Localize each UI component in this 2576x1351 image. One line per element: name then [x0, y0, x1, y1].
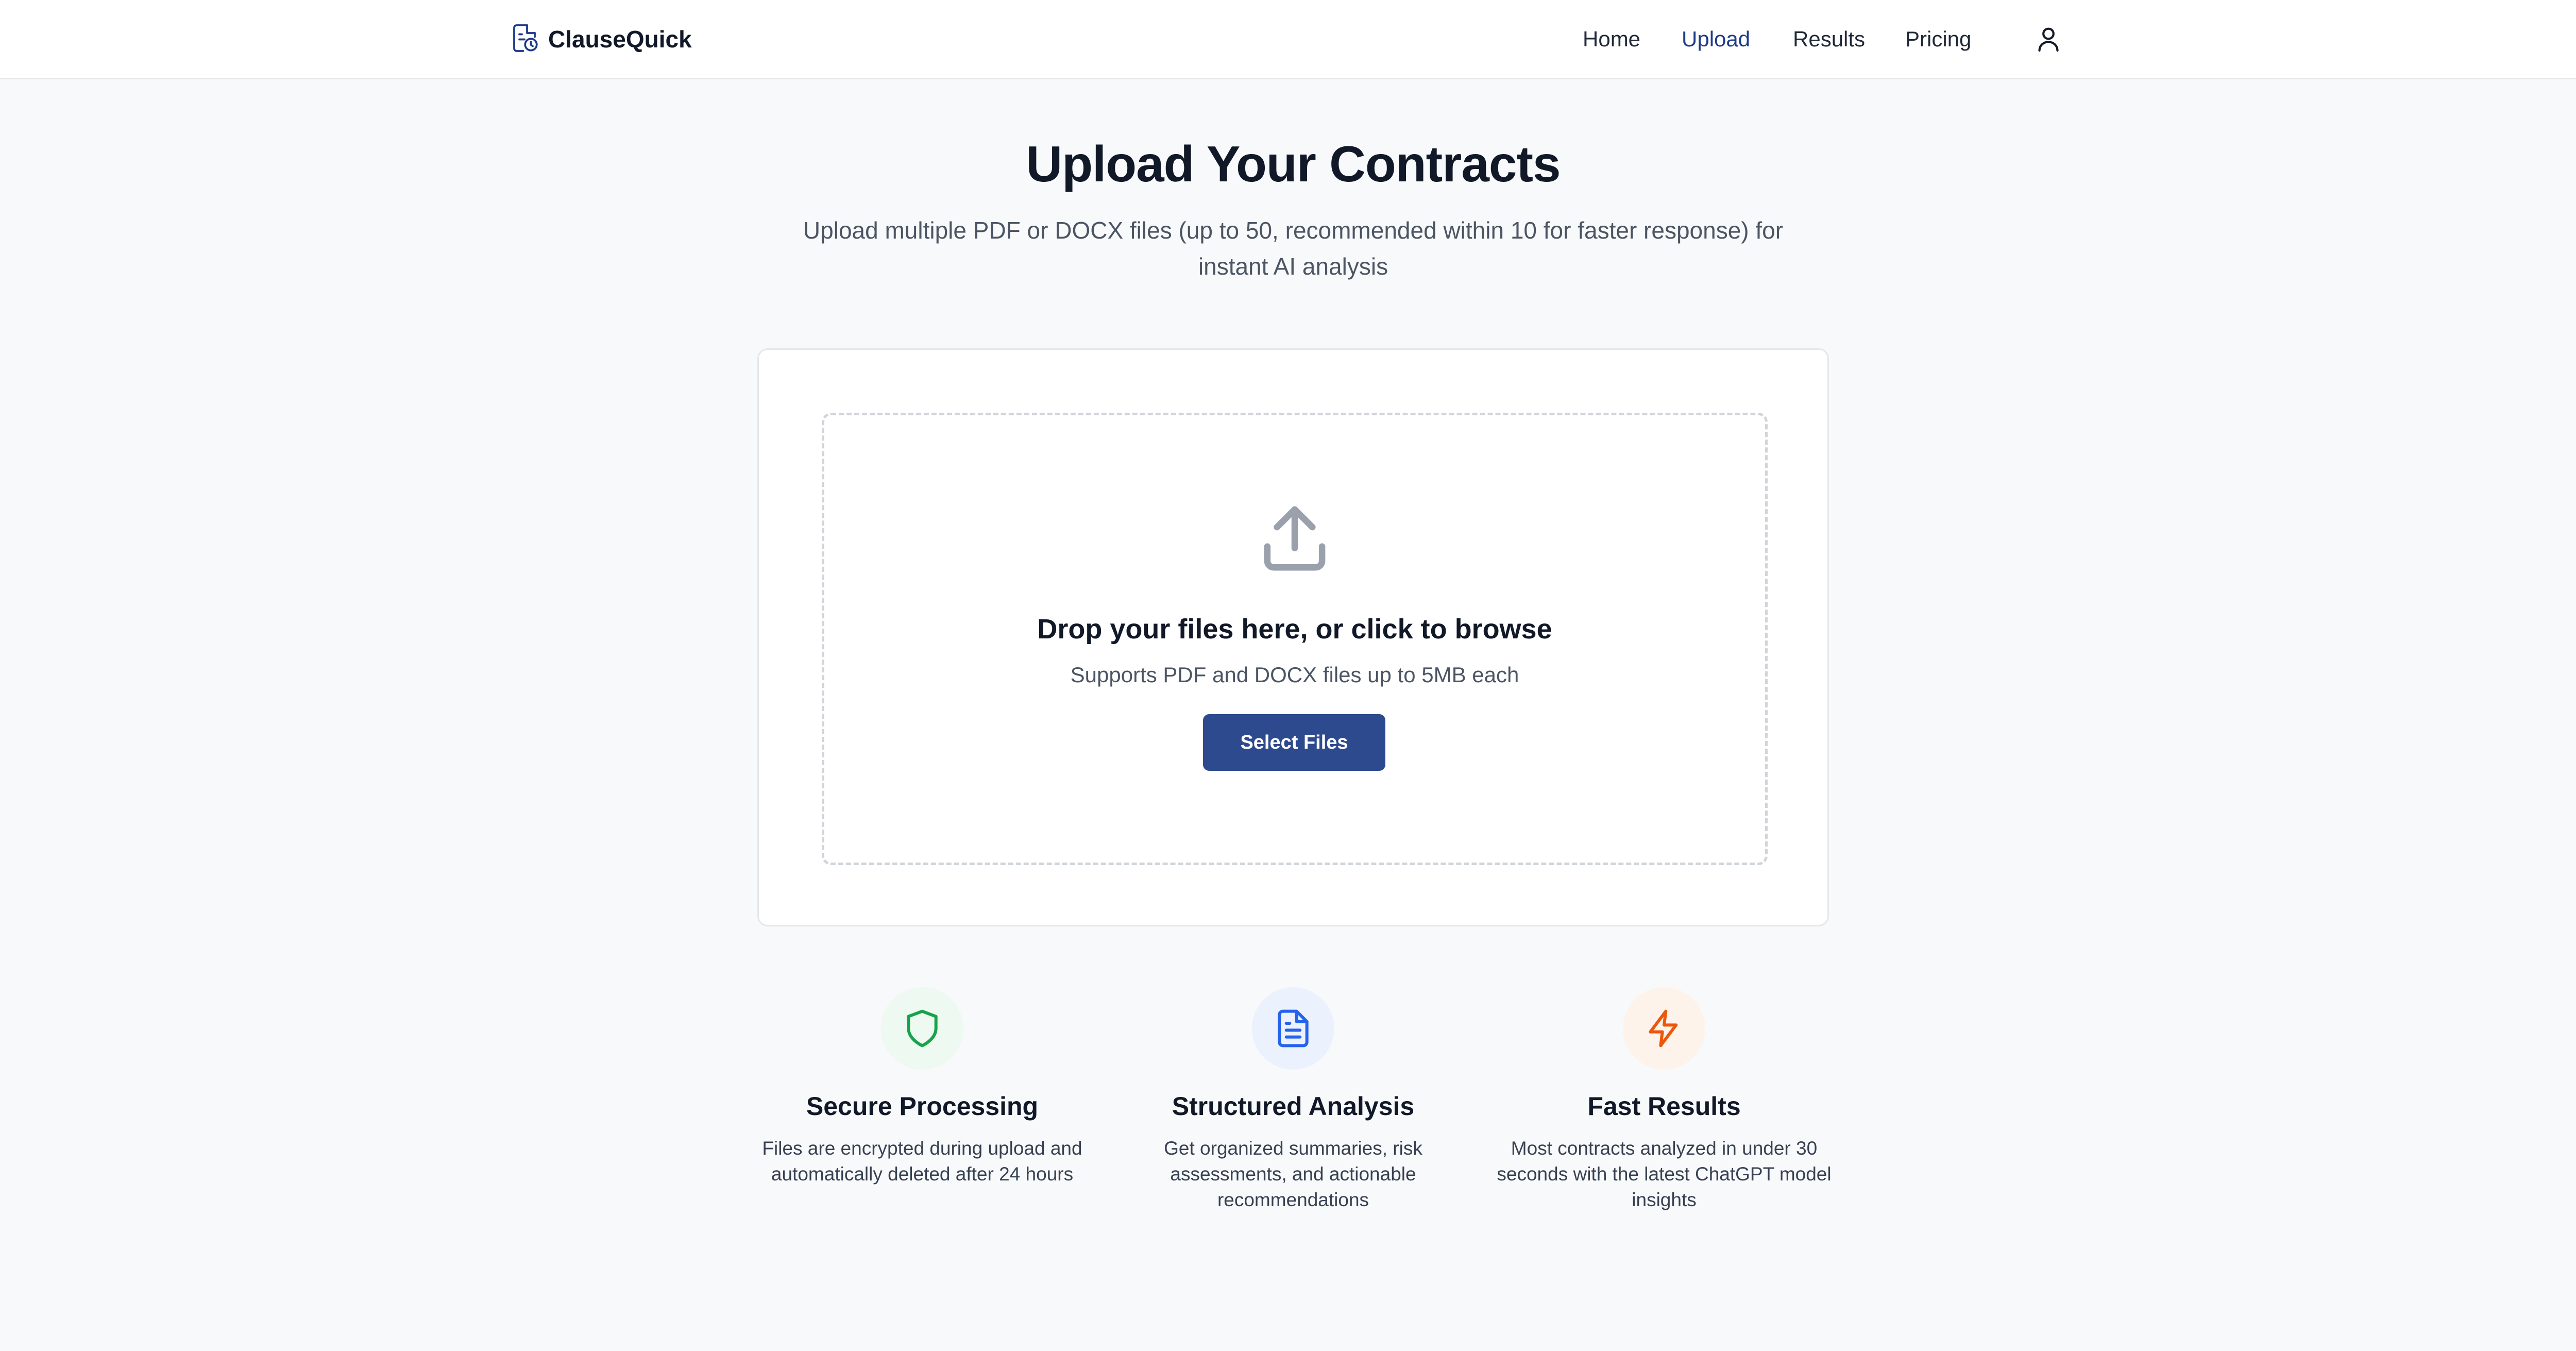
feature-icon-badge [881, 987, 963, 1070]
feature-icon-badge [1252, 987, 1334, 1070]
feature-title: Structured Analysis [1172, 1092, 1415, 1121]
feature-fast-results: Fast Results Most contracts analyzed in … [1494, 987, 1834, 1213]
nav-home-label[interactable]: Home [1583, 27, 1640, 52]
feature-structured-analysis: Structured Analysis Get organized summar… [1123, 987, 1463, 1213]
page-title: Upload Your Contracts [1026, 136, 1561, 192]
user-icon [2038, 27, 2059, 52]
lightning-icon [1649, 1009, 1678, 1048]
page-subtitle: Upload multiple PDF or DOCX files (up to… [803, 217, 1784, 280]
nav-pricing-label[interactable]: Pricing [1905, 27, 1971, 52]
upload-icon [1264, 506, 1326, 571]
nav-results-label[interactable]: Results [1793, 27, 1865, 52]
nav-results[interactable]: Results [1793, 21, 1865, 58]
feature-description: Files are encrypted during upload and au… [762, 1138, 1082, 1185]
select-files-button[interactable]: Select Files [1203, 714, 1385, 771]
brand-name: ClauseQuick [548, 26, 692, 53]
brand-logo[interactable]: ClauseQuick [509, 21, 692, 58]
document-icon [1278, 1009, 1309, 1048]
upload-card: Drop your files here, or click to browse… [757, 348, 1829, 926]
feature-icon-badge [1623, 987, 1705, 1070]
feature-title: Fast Results [1587, 1092, 1741, 1121]
file-dropzone[interactable]: Drop your files here, or click to browse… [822, 413, 1768, 865]
dropzone-heading: Drop your files here, or click to browse [1037, 614, 1552, 645]
nav-home[interactable]: Home [1583, 21, 1640, 58]
nav-pricing[interactable]: Pricing [1905, 21, 1971, 58]
feature-secure-processing: Secure Processing Files are encrypted du… [752, 987, 1092, 1187]
nav-upload[interactable]: Upload [1682, 21, 1750, 58]
top-navigation-bar: ClauseQuick Home Upload Results Pricing [0, 0, 2576, 79]
shield-icon [907, 1009, 938, 1048]
document-clock-icon [509, 23, 540, 56]
user-account-button[interactable] [2030, 21, 2067, 58]
feature-description: Most contracts analyzed in under 30 seco… [1497, 1138, 1832, 1210]
feature-title: Secure Processing [806, 1092, 1039, 1121]
nav-upload-label[interactable]: Upload [1682, 27, 1750, 52]
feature-description: Get organized summaries, risk assessment… [1164, 1138, 1422, 1210]
dropzone-subtext: Supports PDF and DOCX files up to 5MB ea… [1070, 663, 1519, 687]
